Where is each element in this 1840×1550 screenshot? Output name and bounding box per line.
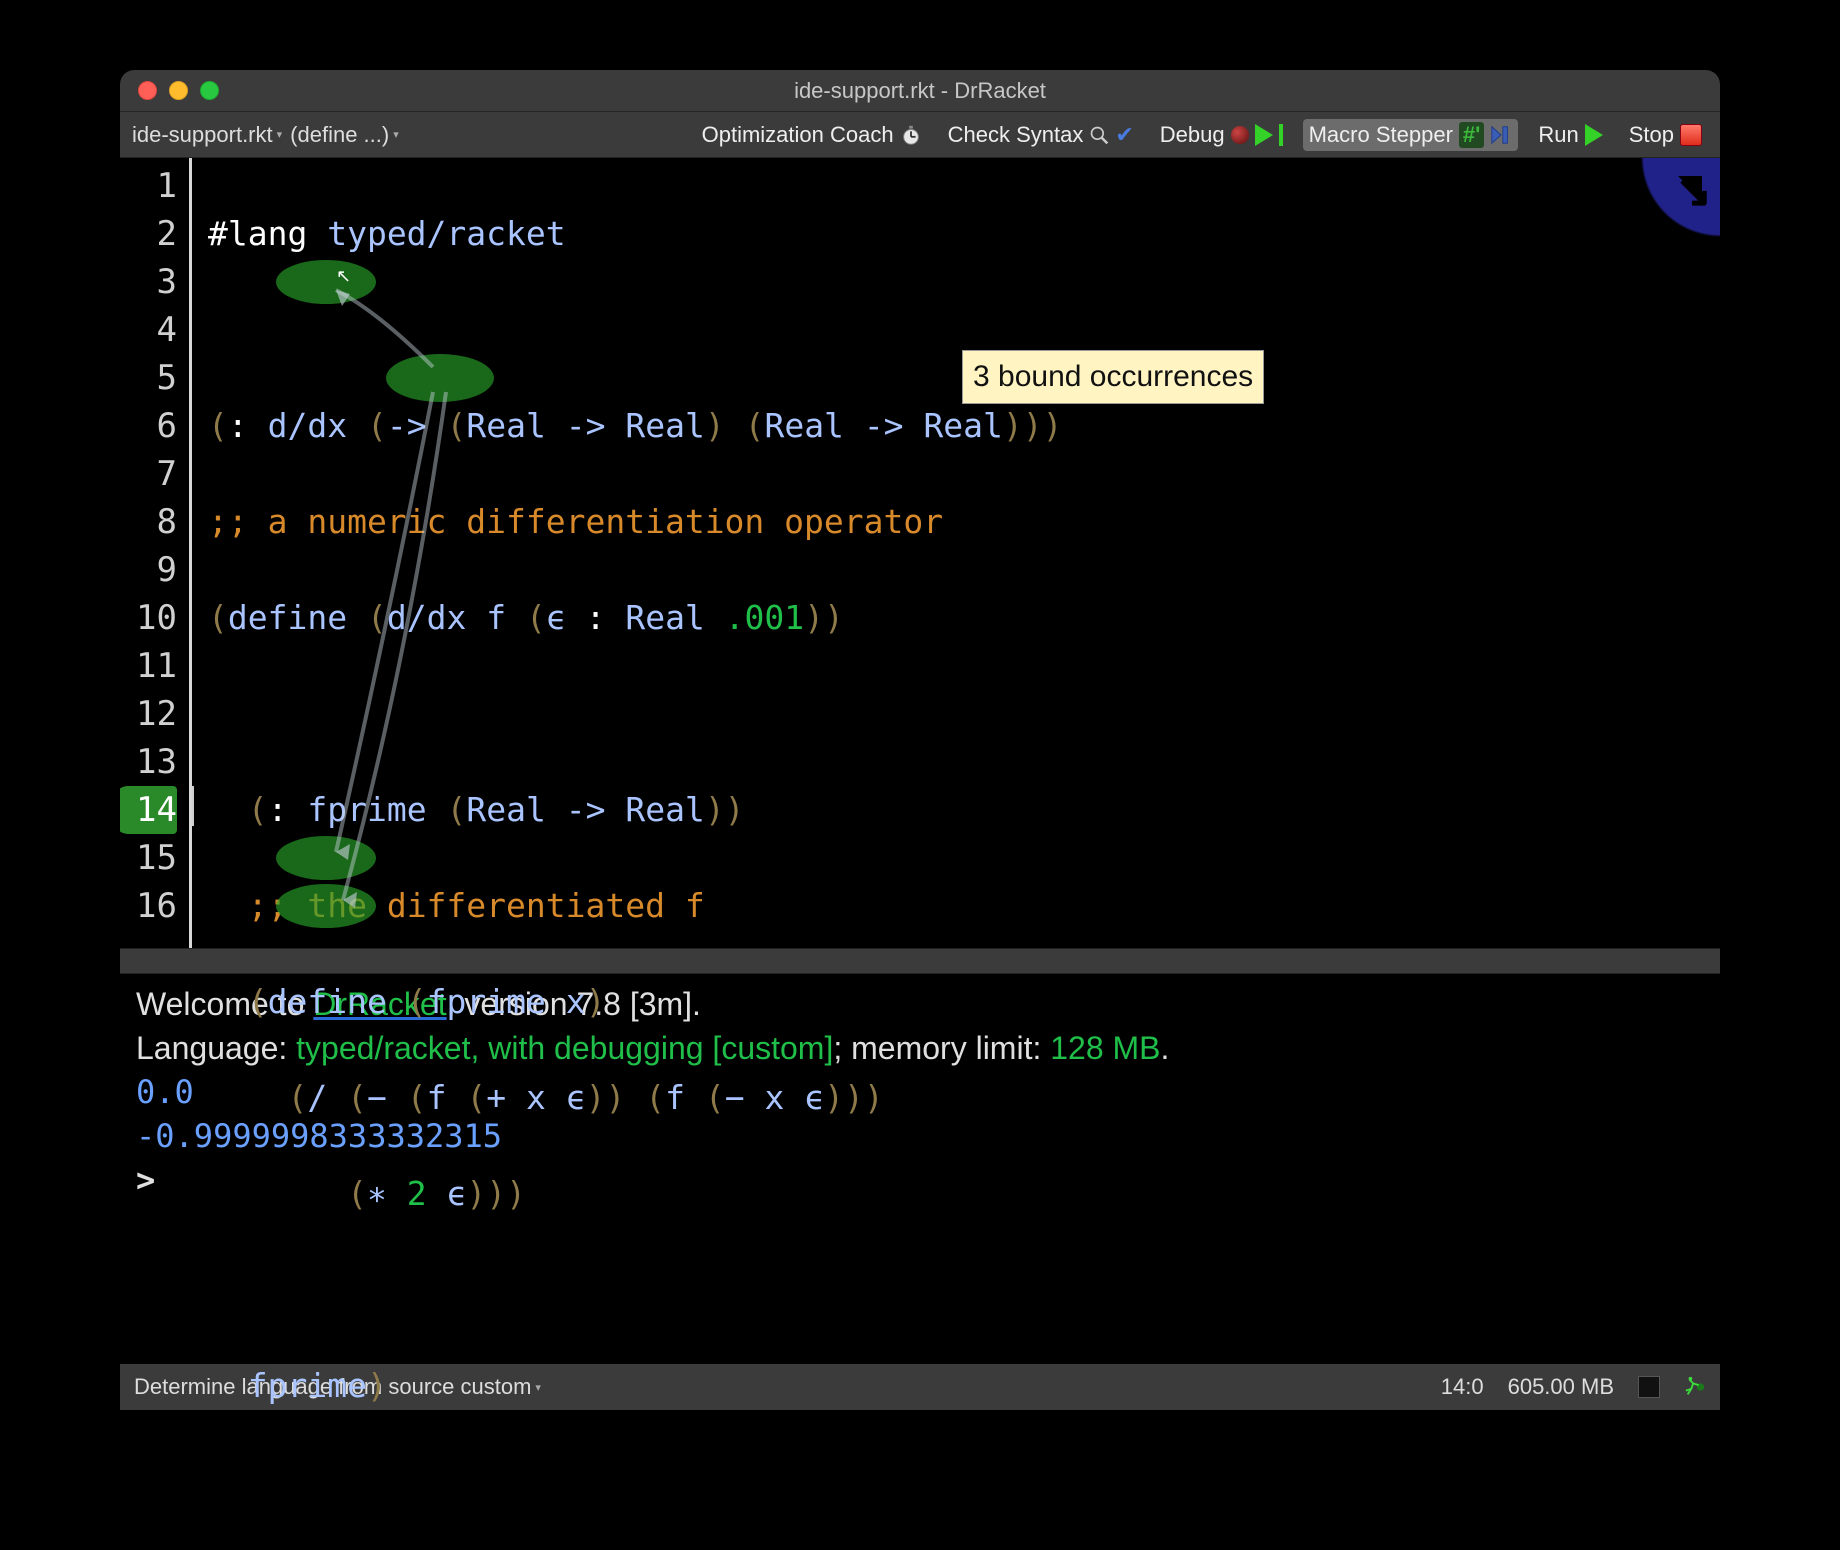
traffic-lights <box>120 81 219 100</box>
defs-dropdown[interactable]: (define ...) ▾ <box>290 122 399 148</box>
code-line: ;; the differentiated f <box>208 882 1720 930</box>
line-number-current: 14 <box>120 786 177 834</box>
editor-pane[interactable]: ↘ 1 2 3 4 5 6 7 8 9 10 11 12 13 14 15 16… <box>120 158 1720 948</box>
code-line: (define (d/dx f (ϵ : Real .001)) <box>208 594 1720 642</box>
code-line <box>208 1266 1720 1314</box>
play-icon <box>1585 124 1603 146</box>
drracket-window: ide-support.rkt - DrRacket ide-support.r… <box>120 70 1720 1410</box>
step-forward-icon <box>1490 124 1512 146</box>
code-line: fprime) <box>208 1362 1720 1410</box>
play-icon <box>1255 124 1273 146</box>
file-dropdown[interactable]: ide-support.rkt ▾ <box>132 122 282 148</box>
line-number: 9 <box>120 546 177 594</box>
stop-label: Stop <box>1629 122 1674 148</box>
line-number: 3 <box>120 258 177 306</box>
check-syntax-label: Check Syntax <box>948 122 1084 148</box>
close-icon[interactable] <box>138 81 157 100</box>
toolbar: ide-support.rkt ▾ (define ...) ▾ Optimiz… <box>120 112 1720 158</box>
chevron-down-icon: ▾ <box>277 128 283 141</box>
debug-label: Debug <box>1160 122 1225 148</box>
checkmark-icon: ✔ <box>1115 122 1133 148</box>
line-number: 11 <box>120 642 177 690</box>
check-syntax-button[interactable]: Check Syntax ✔ <box>942 119 1140 151</box>
code-line: #lang typed/racket <box>208 210 1720 258</box>
hash-tick-icon: #' <box>1459 122 1484 148</box>
zoom-icon[interactable] <box>200 81 219 100</box>
stop-icon <box>1680 124 1702 146</box>
line-number: 16 <box>120 882 177 930</box>
chevron-down-icon: ▾ <box>393 128 399 141</box>
step-bar-icon <box>1279 124 1283 146</box>
code-line <box>208 690 1720 738</box>
code-line: (: d/dx (-> (Real -> Real) (Real -> Real… <box>208 402 1720 450</box>
line-number: 10 <box>120 594 177 642</box>
file-dropdown-label: ide-support.rkt <box>132 122 273 148</box>
line-number: 8 <box>120 498 177 546</box>
line-number: 5 <box>120 354 177 402</box>
code-line <box>208 306 1720 354</box>
line-number: 7 <box>120 450 177 498</box>
code-line: ;; a numeric differentiation operator <box>208 498 1720 546</box>
stop-button[interactable]: Stop <box>1623 119 1708 151</box>
code-line: (: fprime (Real -> Real)) <box>208 786 1720 834</box>
magnifier-icon <box>1089 125 1109 145</box>
line-number: 15 <box>120 834 177 882</box>
code-area[interactable]: #lang typed/racket (: d/dx (-> (Real -> … <box>192 158 1720 948</box>
line-number: 1 <box>120 162 177 210</box>
line-gutter: 1 2 3 4 5 6 7 8 9 10 11 12 13 14 15 16 <box>120 158 192 948</box>
bug-icon <box>1231 126 1249 144</box>
line-number: 2 <box>120 210 177 258</box>
optimization-coach-button[interactable]: Optimization Coach <box>696 119 928 151</box>
code-line: (∗ 2 ϵ))) <box>208 1170 1720 1218</box>
macro-stepper-button[interactable]: Macro Stepper #' <box>1303 119 1519 151</box>
titlebar: ide-support.rkt - DrRacket <box>120 70 1720 112</box>
code-line: (/ (− (f (+ x ϵ)) (f (− x ϵ))) <box>208 1074 1720 1122</box>
binding-tooltip: 3 bound occurrences <box>962 350 1264 404</box>
line-number: 6 <box>120 402 177 450</box>
optimization-coach-label: Optimization Coach <box>702 122 894 148</box>
window-title: ide-support.rkt - DrRacket <box>120 78 1720 104</box>
run-label: Run <box>1538 122 1578 148</box>
debug-button[interactable]: Debug <box>1154 119 1289 151</box>
stopwatch-icon <box>900 124 922 146</box>
run-button[interactable]: Run <box>1532 119 1608 151</box>
defs-dropdown-label: (define ...) <box>290 122 389 148</box>
code-line: (define (fprime x) <box>208 978 1720 1026</box>
line-number: 13 <box>120 738 177 786</box>
minimize-icon[interactable] <box>169 81 188 100</box>
line-number: 4 <box>120 306 177 354</box>
macro-stepper-label: Macro Stepper <box>1309 122 1453 148</box>
text-cursor <box>192 786 194 826</box>
line-number: 12 <box>120 690 177 738</box>
